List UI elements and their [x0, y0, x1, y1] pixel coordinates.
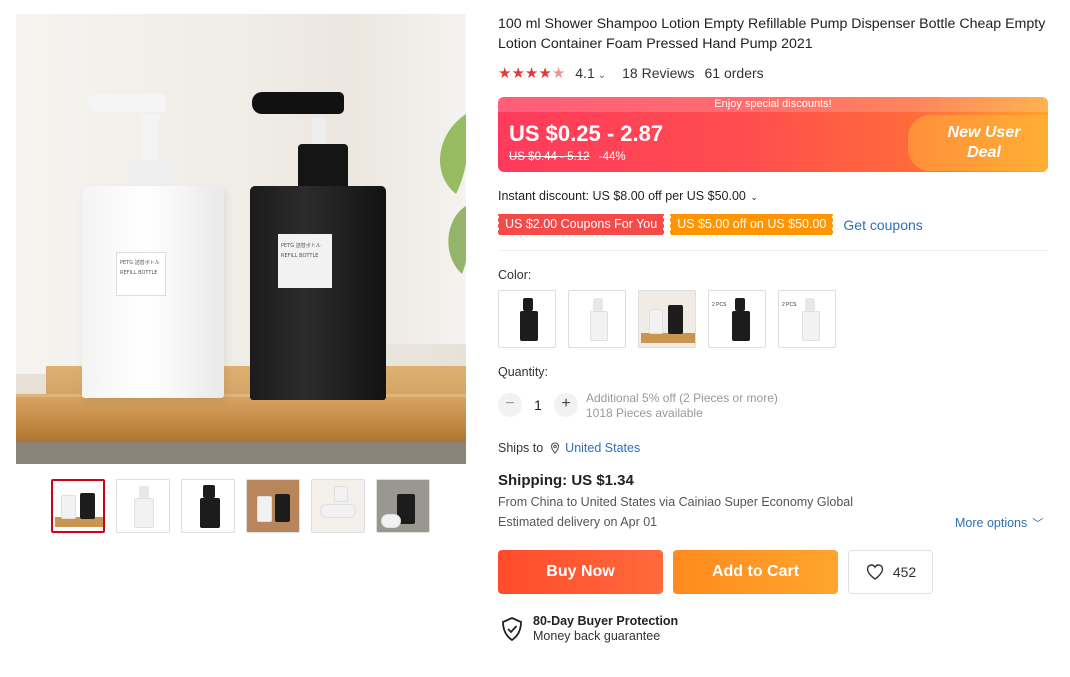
swatch-tag: 2 PCS: [712, 302, 727, 308]
plant-leaf-decoration: [440, 114, 466, 274]
new-user-deal-badge: New User Deal: [938, 123, 1030, 163]
quantity-label: Quantity:: [498, 365, 549, 379]
rating-stars: ★★★★★: [498, 64, 565, 82]
ships-to-row: Ships to United States: [498, 441, 640, 455]
chevron-down-icon: ﹀: [1032, 518, 1044, 530]
shield-check-icon: [502, 617, 522, 642]
thumbnail-1[interactable]: [51, 479, 105, 533]
buy-now-button[interactable]: Buy Now: [498, 550, 663, 594]
black-pump-stem: [312, 118, 326, 146]
color-swatch-set[interactable]: [638, 290, 696, 348]
quantity-plus-button[interactable]: +: [554, 393, 578, 417]
black-bottle-neck: [298, 144, 348, 190]
shipping-cost: Shipping: US $1.34: [498, 472, 634, 489]
protection-title: 80-Day Buyer Protection: [533, 614, 679, 628]
swatch-tag: 2 PCS: [782, 302, 797, 308]
black-bottle: [250, 186, 386, 400]
quantity-minus-button[interactable]: −: [498, 393, 522, 417]
wooden-tray: [16, 394, 466, 444]
badge-line: New User: [947, 124, 1021, 141]
label-text: REFILL BOTTLE: [120, 270, 158, 276]
bulk-discount-note: Additional 5% off (2 Pieces or more): [586, 391, 778, 405]
label-text: REFILL BOTTLE: [281, 253, 319, 259]
color-options: 2 PCS 2 PCS: [498, 290, 836, 348]
ship-country-link[interactable]: United States: [565, 441, 640, 455]
chevron-down-icon: ⌄: [747, 192, 758, 202]
product-main-image[interactable]: PETG 詰替ボトル REFILL BOTTLE PETG 詰替ボトル REFI…: [16, 14, 466, 464]
add-to-cart-button[interactable]: Add to Cart: [673, 550, 838, 594]
star-half-icon: ★: [551, 65, 566, 82]
color-label: Color:: [498, 268, 532, 282]
thumbnail-4[interactable]: [246, 479, 300, 533]
wishlist-count: 452: [892, 564, 917, 580]
rating-value[interactable]: 4.1 ⌄: [575, 65, 606, 81]
reviews-link[interactable]: 18 Reviews: [622, 65, 694, 81]
ships-to-label: Ships to: [498, 441, 544, 455]
stock-available: 1018 Pieces available: [586, 406, 703, 420]
price-range: US $0.25 - 2.87: [509, 121, 664, 146]
thumbnail-2[interactable]: [116, 479, 170, 533]
thumbnail-5[interactable]: [311, 479, 365, 533]
coupon-badge[interactable]: US $5.00 off on US $50.00: [669, 214, 834, 235]
buyer-protection: 80-Day Buyer Protection Money back guara…: [500, 614, 678, 644]
product-title: 100 ml Shower Shampoo Lotion Empty Refil…: [498, 16, 1046, 52]
black-pump-head: [252, 92, 344, 114]
rating-row: ★★★★★ 4.1 ⌄ 18 Reviews 61 orders: [498, 64, 764, 82]
coupon-badge[interactable]: US $2.00 Coupons For You: [496, 214, 665, 235]
quantity-input[interactable]: 1: [522, 397, 554, 413]
orders-count: 61 orders: [704, 65, 764, 81]
star-icon: ★: [511, 65, 525, 82]
protection-subtitle: Money back guarantee: [533, 629, 661, 643]
color-swatch-black[interactable]: [498, 290, 556, 348]
white-bottle-label: PETG 詰替ボトル REFILL BOTTLE: [116, 252, 166, 296]
more-options-link[interactable]: More options ﹀: [955, 515, 1043, 531]
shipping-route: From China to United States via Cainiao …: [498, 495, 854, 509]
quantity-stepper: − 1 +: [498, 393, 578, 417]
white-pump-stem: [141, 114, 159, 162]
label-text: PETG 詰替ボトル: [120, 260, 160, 266]
heart-icon: [866, 564, 884, 580]
color-swatch-white[interactable]: [568, 290, 626, 348]
white-pump-head: [88, 94, 166, 112]
deal-banner: Enjoy special discounts! US $0.25 - 2.87…: [498, 97, 1048, 172]
divider: [498, 250, 1048, 251]
discount-percent: -44%: [598, 151, 626, 163]
quantity-info: Additional 5% off (2 Pieces or more) 101…: [586, 391, 778, 421]
get-coupons-link[interactable]: Get coupons: [843, 217, 922, 233]
instant-discount[interactable]: Instant discount: US $8.00 off per US $5…: [498, 189, 758, 203]
thumbnail-strip: [51, 479, 430, 533]
label-text: PETG 詰替ボトル: [281, 243, 321, 249]
color-swatch-black-2pcs[interactable]: 2 PCS: [708, 290, 766, 348]
badge-line: Deal: [967, 144, 1001, 161]
wishlist-button[interactable]: 452: [848, 550, 933, 594]
thumbnail-6[interactable]: [376, 479, 430, 533]
estimated-delivery: Estimated delivery on Apr 01: [498, 515, 658, 529]
original-price: US $0.44 - 5.12: [509, 151, 590, 163]
banner-top-text: Enjoy special discounts!: [498, 97, 1048, 112]
black-bottle-label: PETG 詰替ボトル REFILL BOTTLE: [278, 234, 332, 288]
original-price-row: US $0.44 - 5.12 -44%: [509, 151, 626, 163]
color-swatch-white-2pcs[interactable]: 2 PCS: [778, 290, 836, 348]
chevron-down-icon: ⌄: [597, 70, 607, 81]
star-icon: ★: [524, 65, 539, 82]
coupon-row: US $2.00 Coupons For You US $5.00 off on…: [496, 214, 923, 235]
table-surface: [16, 442, 466, 464]
thumbnail-3[interactable]: [181, 479, 235, 533]
location-pin-icon: [551, 442, 560, 454]
star-icon: ★: [538, 65, 552, 82]
star-icon: ★: [498, 65, 512, 82]
